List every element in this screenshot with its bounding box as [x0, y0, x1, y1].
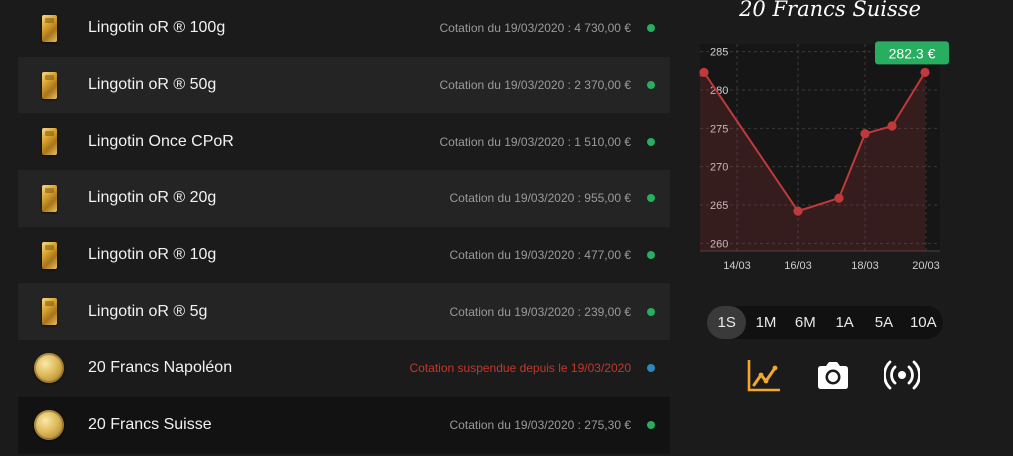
data-point	[793, 206, 803, 216]
period-button-1s[interactable]: 1S	[707, 306, 747, 339]
period-button-10a[interactable]: 10A	[904, 306, 943, 339]
product-quote: Cotation du 19/03/2020 : 4 730,00 €	[439, 21, 632, 36]
data-point	[699, 67, 709, 77]
toolbar	[738, 357, 928, 393]
product-thumbnail	[18, 14, 80, 42]
status-dot	[647, 421, 655, 430]
detail-panel: 20 Francs Suisse 26026527027528028514/03…	[690, 0, 1013, 456]
product-name: 20 Francs Napoléon	[88, 359, 233, 377]
product-thumbnail	[18, 184, 80, 212]
list-item[interactable]: Lingotin oR ® 20g Cotation du 19/03/2020 …	[18, 170, 670, 227]
product-thumbnail	[18, 298, 80, 326]
list-item[interactable]: Lingotin oR ® 50g Cotation du 19/03/2020 …	[18, 56, 670, 114]
product-thumbnail	[18, 410, 80, 441]
product-quote: Cotation du 19/03/2020 : 955,00 €	[449, 191, 631, 206]
price-badge-label: 282.3 €	[889, 45, 936, 61]
status-dot	[647, 194, 655, 203]
live-broadcast-icon[interactable]	[884, 357, 920, 393]
product-quote: Cotation du 19/03/2020 : 1 510,00 €	[439, 134, 632, 149]
data-point	[887, 121, 897, 131]
data-point	[920, 67, 930, 77]
list-item[interactable]: Lingotin Once CPoR Cotation du 19/03/2020…	[18, 113, 670, 170]
product-thumbnail	[18, 353, 80, 384]
product-quote: Cotation du 19/03/2020 : 275,30 €	[449, 418, 631, 433]
gold-bar-icon	[41, 128, 57, 156]
data-point	[860, 129, 870, 139]
period-button-5a[interactable]: 5A	[864, 306, 903, 339]
product-quote: Cotation du 19/03/2020 : 239,00 €	[449, 304, 631, 319]
price-chart: 26026527027528028514/0316/0318/0320/0328…	[699, 41, 949, 272]
period-selector: 1S 1M 6M 1A 5A 10A	[707, 306, 943, 339]
product-thumbnail	[18, 241, 80, 269]
product-name: Lingotin oR ® 100g	[88, 19, 226, 37]
list-item[interactable]: 20 Francs Napoléon Cotation suspendue dep…	[18, 340, 670, 397]
period-button-1m[interactable]: 1M	[746, 306, 785, 339]
list-item[interactable]: Lingotin oR ® 5g Cotation du 19/03/2020 :…	[18, 283, 670, 341]
x-tick-label: 16/03	[784, 260, 812, 272]
product-thumbnail	[18, 128, 80, 156]
list-item[interactable]: Lingotin oR ® 100g Cotation du 19/03/2020…	[18, 0, 670, 57]
product-name: 20 Francs Suisse	[88, 416, 212, 434]
product-quote: Cotation suspendue depuis le 19/03/2020	[409, 361, 631, 376]
data-point	[834, 193, 844, 203]
status-dot	[647, 364, 655, 373]
gold-bar-icon	[41, 241, 57, 269]
product-name: Lingotin oR ® 50g	[88, 76, 217, 94]
status-dot	[647, 81, 655, 90]
panel-title: 20 Francs Suisse	[739, 0, 921, 21]
y-tick-label: 285	[710, 47, 728, 59]
gold-bar-icon	[41, 298, 57, 326]
product-name: Lingotin oR ® 10g	[88, 246, 217, 264]
status-dot	[647, 24, 655, 33]
chart-icon[interactable]	[746, 357, 782, 393]
camera-icon[interactable]	[815, 357, 851, 393]
period-button-1a[interactable]: 1A	[825, 306, 864, 339]
period-button-6m[interactable]: 6M	[786, 306, 825, 339]
gold-bar-icon	[41, 184, 57, 212]
list-item[interactable]: 20 Francs Suisse Cotation du 19/03/2020 :…	[18, 396, 670, 454]
product-list: Lingotin oR ® 100g Cotation du 19/03/2020…	[18, 0, 670, 454]
x-tick-label: 20/03	[912, 260, 940, 272]
list-item[interactable]: Lingotin oR ® 10g Cotation du 19/03/2020 …	[18, 227, 670, 284]
x-tick-label: 14/03	[723, 260, 751, 272]
status-dot	[647, 307, 655, 316]
status-dot	[647, 251, 655, 260]
gold-coin-icon	[34, 410, 64, 441]
gold-bar-icon	[41, 71, 57, 99]
x-tick-label: 18/03	[851, 260, 879, 272]
status-dot	[647, 137, 655, 146]
product-name: Lingotin Once CPoR	[88, 132, 234, 150]
gold-coin-icon	[34, 353, 64, 384]
product-thumbnail	[18, 71, 80, 99]
product-quote: Cotation du 19/03/2020 : 2 370,00 €	[439, 78, 632, 93]
gold-bar-icon	[41, 14, 57, 42]
product-quote: Cotation du 19/03/2020 : 477,00 €	[449, 248, 631, 263]
product-name: Lingotin oR ® 20g	[88, 189, 217, 207]
product-name: Lingotin oR ® 5g	[88, 302, 208, 320]
